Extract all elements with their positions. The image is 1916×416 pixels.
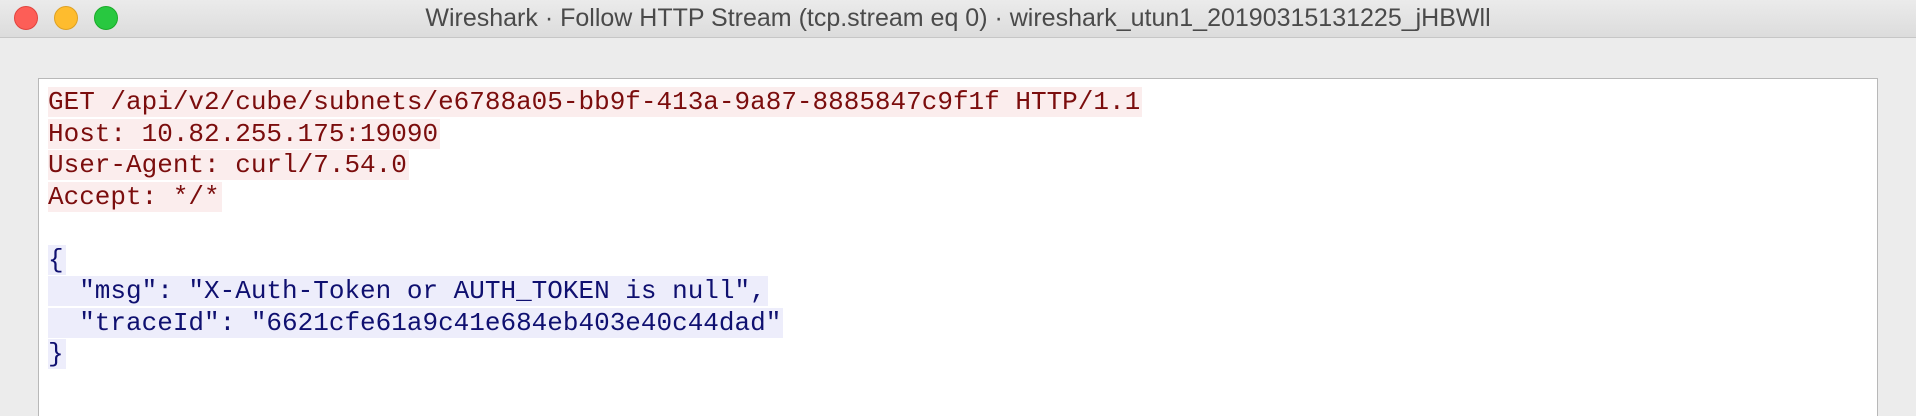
json-traceid-line: "traceId": "6621cfe61a9c41e684eb403e40c4… [48,307,784,338]
stream-line: "msg": "X-Auth-Token or AUTH_TOKEN is nu… [48,276,1877,308]
request-line: GET /api/v2/cube/subnets/e6788a05-bb9f-4… [48,87,1143,117]
stream-line: User-Agent: curl/7.54.0 [48,150,1877,182]
host-header: Host: 10.82.255.175:19090 [48,118,441,149]
server-response-block: { "msg": "X-Auth-Token or AUTH_TOKEN is … [48,244,1877,371]
window-title: Wireshark · Follow HTTP Stream (tcp.stre… [425,4,1491,32]
stream-line: Accept: */* [48,181,1877,214]
stream-line: } [48,339,1877,371]
user-agent-header: User-Agent: curl/7.54.0 [48,150,409,180]
title-bar: Wireshark · Follow HTTP Stream (tcp.stre… [0,0,1916,38]
accept-header: Accept: */* [48,181,222,212]
stream-line: Host: 10.82.255.175:19090 [48,118,1877,151]
client-request-block: GET /api/v2/cube/subnets/e6788a05-bb9f-4… [48,87,1877,213]
stream-line: { [48,244,1877,277]
json-open-brace: { [48,244,66,275]
stream-line: GET /api/v2/cube/subnets/e6788a05-bb9f-4… [48,87,1877,119]
stream-line: "traceId": "6621cfe61a9c41e684eb403e40c4… [48,307,1877,340]
stream-content-pane[interactable]: GET /api/v2/cube/subnets/e6788a05-bb9f-4… [38,78,1878,416]
json-msg-line: "msg": "X-Auth-Token or AUTH_TOKEN is nu… [48,276,768,306]
json-close-brace: } [48,339,66,369]
